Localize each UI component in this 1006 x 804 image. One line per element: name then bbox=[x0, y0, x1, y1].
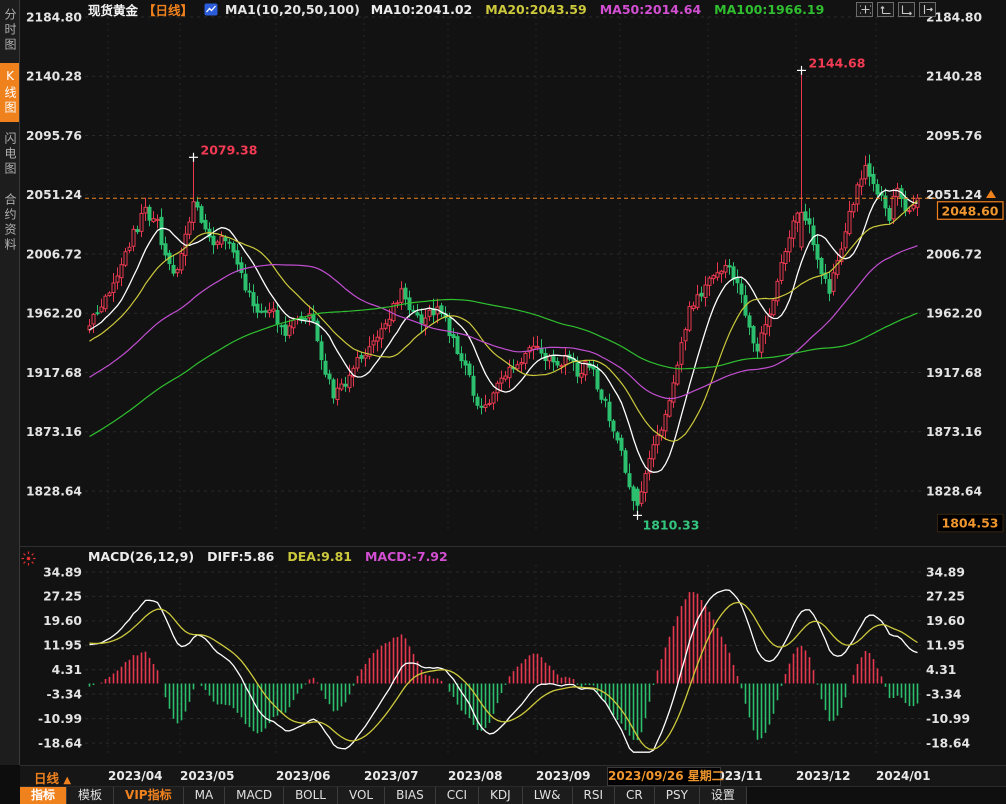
ma-value-3: MA100:1966.19 bbox=[714, 2, 824, 17]
svg-text:11.95: 11.95 bbox=[926, 639, 965, 653]
svg-text:1962.20: 1962.20 bbox=[26, 307, 82, 321]
toolbar-item-lw[interactable]: LW& bbox=[523, 787, 573, 804]
indicator-settings-icon[interactable] bbox=[21, 551, 36, 570]
macd-value-1: DIFF:5.86 bbox=[207, 549, 274, 564]
trading-terminal: 2184.802184.802140.282140.282095.762095.… bbox=[0, 0, 1006, 804]
svg-text:2051.24: 2051.24 bbox=[926, 188, 982, 202]
x-axis-label: 2023/04 bbox=[108, 769, 162, 783]
period-selector-label: 日线 bbox=[34, 771, 59, 786]
toolbar-item-template[interactable]: 模板 bbox=[67, 787, 114, 804]
svg-text:-3.34: -3.34 bbox=[47, 687, 82, 701]
svg-text:2006.72: 2006.72 bbox=[26, 247, 82, 261]
svg-text:1810.33: 1810.33 bbox=[643, 517, 700, 532]
svg-text:1962.20: 1962.20 bbox=[926, 307, 982, 321]
ma-value-1: MA20:2043.59 bbox=[485, 2, 586, 17]
candlestick-chart-canvas[interactable]: 2184.802184.802140.282140.282095.762095.… bbox=[0, 0, 1006, 765]
svg-text:-18.64: -18.64 bbox=[926, 736, 970, 750]
svg-text:2079.38: 2079.38 bbox=[201, 142, 258, 157]
ma-value-0: MA10:2041.02 bbox=[371, 2, 472, 17]
svg-text:-18.64: -18.64 bbox=[38, 736, 82, 750]
macd-header: MACD(26,12,9) DIFF:5.86 DEA:9.81 MACD:-7.92 bbox=[88, 549, 448, 564]
toolbar-item-kdj[interactable]: KDJ bbox=[479, 787, 523, 804]
toolbar-item-cci[interactable]: CCI bbox=[436, 787, 479, 804]
svg-text:2144.68: 2144.68 bbox=[809, 55, 866, 70]
crosshair-icon[interactable] bbox=[856, 2, 873, 17]
toolbar-item-settings[interactable]: 设置 bbox=[700, 787, 747, 804]
svg-text:34.89: 34.89 bbox=[43, 565, 82, 579]
toolbar-item-indicator[interactable]: 指标 bbox=[20, 787, 67, 804]
svg-text:2051.24: 2051.24 bbox=[26, 188, 82, 202]
svg-text:-10.99: -10.99 bbox=[926, 712, 970, 726]
svg-text:27.25: 27.25 bbox=[926, 590, 965, 604]
x-axis-label: 2023/09 bbox=[536, 769, 590, 783]
toolbar-item-macd[interactable]: MACD bbox=[225, 787, 284, 804]
svg-text:1873.16: 1873.16 bbox=[26, 425, 82, 439]
svg-text:2184.80: 2184.80 bbox=[26, 10, 82, 24]
sidebar-tab-contract-info[interactable]: 合约资料 bbox=[0, 187, 19, 259]
svg-text:4.31: 4.31 bbox=[52, 663, 82, 677]
svg-text:2140.28: 2140.28 bbox=[26, 70, 82, 84]
svg-text:1917.68: 1917.68 bbox=[926, 366, 982, 380]
svg-text:2140.28: 2140.28 bbox=[926, 70, 982, 84]
line-chart-icon[interactable] bbox=[204, 3, 218, 16]
x-axis-label: 2023/06 bbox=[276, 769, 330, 783]
toolbar-item-rsi[interactable]: RSI bbox=[573, 787, 616, 804]
svg-text:34.89: 34.89 bbox=[926, 565, 965, 579]
period-label: 【日线】 bbox=[143, 0, 193, 19]
svg-text:2095.76: 2095.76 bbox=[926, 129, 982, 143]
toolbar-item-vip-indicator[interactable]: VIP指标 bbox=[114, 787, 184, 804]
svg-text:2095.76: 2095.76 bbox=[26, 129, 82, 143]
period-selector-button[interactable]: 日线 ▲ bbox=[34, 768, 71, 787]
svg-text:2006.72: 2006.72 bbox=[926, 247, 982, 261]
chart-header: 现货黄金 【日线】 MA1(10,20,50,100) MA10:2041.02… bbox=[88, 1, 824, 17]
toolbar-item-bias[interactable]: BIAS bbox=[385, 787, 436, 804]
macd-value-0: MACD(26,12,9) bbox=[88, 549, 194, 564]
date-tooltip: 2023/09/26 星期二 bbox=[607, 767, 721, 786]
indicator-toolbar: 指标模板VIP指标MAMACDBOLLVOLBIASCCIKDJLW&RSICR… bbox=[20, 786, 1006, 804]
macd-value-3: MACD:-7.92 bbox=[365, 549, 448, 564]
toolbar-item-boll[interactable]: BOLL bbox=[284, 787, 338, 804]
toolbar-item-cr[interactable]: CR bbox=[615, 787, 655, 804]
svg-text:1873.16: 1873.16 bbox=[926, 425, 982, 439]
toolbar-item-psy[interactable]: PSY bbox=[655, 787, 700, 804]
svg-text:4.31: 4.31 bbox=[926, 663, 956, 677]
x-axis-label: 2023/05 bbox=[180, 769, 234, 783]
ma-value-2: MA50:2014.64 bbox=[600, 2, 701, 17]
sidebar-tab-timeshare-chart[interactable]: 分时图 bbox=[0, 2, 19, 59]
sidebar-tab-kline-chart[interactable]: K线图 bbox=[0, 63, 19, 122]
svg-text:19.60: 19.60 bbox=[43, 614, 82, 628]
pan-right-icon[interactable] bbox=[919, 2, 936, 17]
x-axis-label: 2024/01 bbox=[876, 769, 930, 783]
toolbar-item-vol[interactable]: VOL bbox=[338, 787, 385, 804]
svg-text:27.25: 27.25 bbox=[43, 590, 82, 604]
ma-values: MA10:2041.02 MA20:2043.59 MA50:2014.64 MA10… bbox=[371, 2, 825, 17]
macd-value-2: DEA:9.81 bbox=[287, 549, 352, 564]
toolbar-item-ma[interactable]: MA bbox=[184, 787, 226, 804]
toolbar-filler bbox=[747, 787, 1006, 804]
svg-text:2048.60: 2048.60 bbox=[942, 203, 999, 218]
svg-text:11.95: 11.95 bbox=[43, 639, 82, 653]
svg-text:1828.64: 1828.64 bbox=[926, 484, 982, 498]
svg-text:1828.64: 1828.64 bbox=[26, 484, 82, 498]
svg-text:-3.34: -3.34 bbox=[926, 687, 961, 701]
time-axis: 日线 ▲ 2023/04 2023/05 2023/06 2023/07 2023/08… bbox=[20, 765, 1006, 786]
chevron-up-icon: ▲ bbox=[63, 775, 71, 786]
svg-text:1917.68: 1917.68 bbox=[26, 366, 82, 380]
svg-text:19.60: 19.60 bbox=[926, 614, 965, 628]
svg-text:-10.99: -10.99 bbox=[38, 712, 82, 726]
svg-text:1804.53: 1804.53 bbox=[942, 516, 999, 531]
x-axis-label: 2023/12 bbox=[796, 769, 850, 783]
scale-auto-icon[interactable] bbox=[877, 2, 894, 17]
sidebar: 分时图 K线图闪电图合约资料 bbox=[0, 0, 20, 765]
x-axis-label: 2023/08 bbox=[448, 769, 502, 783]
ma-settings-label: MA1(10,20,50,100) bbox=[225, 2, 360, 17]
symbol-name: 现货黄金 bbox=[88, 0, 138, 19]
chart-tool-icons bbox=[856, 2, 936, 17]
sidebar-tab-lightning-chart[interactable]: 闪电图 bbox=[0, 126, 19, 183]
x-axis-label: 2023/07 bbox=[364, 769, 418, 783]
scale-right-icon[interactable] bbox=[898, 2, 915, 17]
